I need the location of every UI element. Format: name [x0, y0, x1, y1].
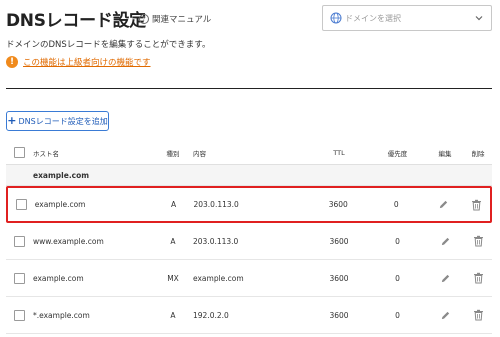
chevron-down-icon — [475, 16, 483, 21]
warning-icon: ! — [6, 56, 18, 68]
divider — [6, 88, 492, 89]
column-edit: 編集 — [438, 149, 452, 158]
pencil-icon[interactable] — [440, 236, 451, 247]
pencil-icon[interactable] — [438, 199, 449, 210]
cell-type: A — [170, 310, 176, 320]
domain-group-header: example.com — [6, 165, 492, 186]
pencil-icon[interactable] — [440, 273, 451, 284]
trash-icon[interactable] — [473, 235, 484, 247]
table-row[interactable]: www.example.com A 203.0.113.0 3600 0 — [6, 223, 492, 260]
advanced-notice: ! この機能は上級者向けの機能です — [6, 56, 151, 68]
pencil-icon[interactable] — [440, 310, 451, 321]
table-row[interactable]: example.com A 203.0.113.0 3600 0 — [6, 186, 492, 223]
column-ttl: TTL — [333, 148, 345, 157]
globe-icon — [330, 12, 342, 24]
plus-icon: + — [7, 114, 17, 127]
trash-icon[interactable] — [473, 309, 484, 321]
cell-priority: 0 — [395, 273, 400, 283]
cell-ttl: 3600 — [328, 200, 348, 209]
column-host: ホスト名 — [33, 149, 59, 158]
trash-icon[interactable] — [471, 199, 482, 211]
page-description: ドメインのDNSレコードを編集することができます。 — [6, 40, 211, 50]
help-icon: ? — [139, 14, 149, 24]
cell-priority: 0 — [395, 236, 400, 246]
row-checkbox[interactable] — [14, 272, 25, 284]
add-dns-record-button[interactable]: + DNSレコード設定を追加 — [6, 111, 109, 131]
cell-ttl: 3600 — [329, 236, 349, 246]
cell-content: example.com — [193, 273, 244, 283]
add-dns-record-label: DNSレコード設定を追加 — [18, 116, 108, 126]
cell-ttl: 3600 — [329, 310, 349, 320]
table-header: ホスト名 種別 内容 TTL 優先度 編集 削除 — [6, 141, 492, 165]
table-row[interactable]: example.com MX example.com 3600 0 — [6, 260, 492, 297]
domain-select[interactable]: ドメインを選択 — [322, 5, 492, 31]
cell-host: www.example.com — [33, 236, 104, 246]
dns-record-table: ホスト名 種別 内容 TTL 優先度 編集 削除 example.com exa… — [6, 141, 492, 334]
cell-content: 192.0.2.0 — [193, 310, 229, 320]
cell-ttl: 3600 — [329, 273, 349, 283]
table-row[interactable]: *.example.com A 192.0.2.0 3600 0 — [6, 297, 492, 334]
manual-link-label: 関連マニュアル — [152, 15, 212, 25]
cell-type: A — [170, 236, 176, 246]
domain-select-placeholder: ドメインを選択 — [345, 13, 401, 23]
select-all-checkbox[interactable] — [14, 147, 25, 158]
cell-type: MX — [167, 273, 179, 283]
cell-content: 203.0.113.0 — [193, 200, 239, 209]
advanced-notice-link[interactable]: この機能は上級者向けの機能です — [23, 56, 151, 68]
cell-host: example.com — [34, 200, 86, 209]
cell-host: *.example.com — [33, 310, 90, 320]
cell-host: example.com — [33, 273, 84, 283]
column-priority: 優先度 — [387, 149, 408, 158]
trash-icon[interactable] — [473, 272, 484, 284]
column-type: 種別 — [166, 149, 180, 158]
row-checkbox[interactable] — [14, 235, 25, 247]
page-title: DNSレコード設定 — [6, 11, 146, 31]
column-content: 内容 — [193, 149, 206, 158]
cell-type: A — [171, 200, 177, 209]
row-checkbox[interactable] — [14, 309, 25, 321]
cell-content: 203.0.113.0 — [193, 236, 239, 246]
cell-priority: 0 — [393, 200, 399, 209]
column-delete: 削除 — [471, 149, 485, 158]
cell-priority: 0 — [395, 310, 400, 320]
row-checkbox[interactable] — [15, 199, 27, 210]
manual-link[interactable]: ? 関連マニュアル — [139, 13, 211, 25]
